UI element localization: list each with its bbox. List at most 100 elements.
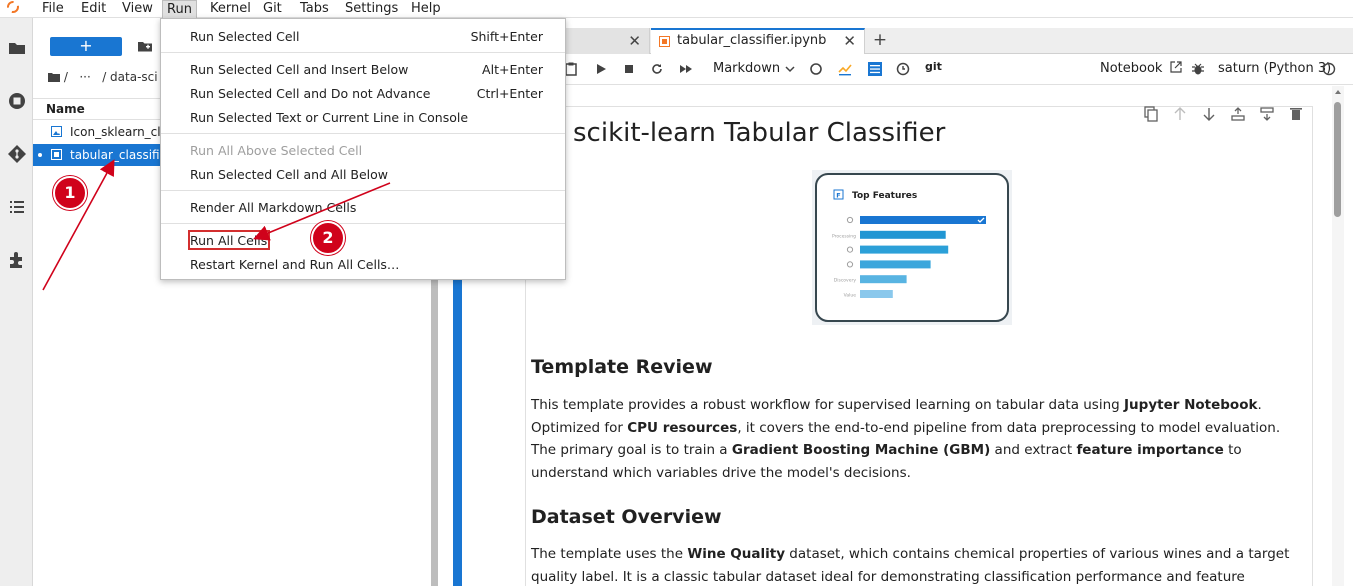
delete-cell-icon[interactable] — [1289, 106, 1303, 122]
bold-text: Wine Quality — [687, 546, 786, 562]
menu-item-run-selected-cell[interactable]: Run Selected Cell Shift+Enter — [190, 29, 550, 44]
close-icon[interactable]: ✕ — [843, 30, 856, 52]
feature-bar — [860, 275, 907, 284]
paste-icon[interactable] — [564, 62, 578, 76]
svg-text:F: F — [836, 192, 840, 200]
top-features-graphic: F Top Features Processing Discovery Value — [815, 173, 1009, 322]
open-notebook-button[interactable]: Notebook — [1100, 61, 1182, 76]
text-run: and extract — [990, 442, 1077, 458]
duplicate-cell-icon[interactable] — [1144, 106, 1158, 122]
git-button[interactable]: git — [925, 60, 942, 73]
notebook-title: scikit-learn Tabular Classifier — [573, 118, 946, 148]
bold-text: CPU resources — [627, 419, 738, 436]
restart-icon[interactable] — [650, 62, 664, 76]
clock-icon[interactable] — [896, 62, 910, 76]
text-run: This template provides a robust workflow… — [531, 397, 1125, 413]
menu-item-run-insert-below[interactable]: Run Selected Cell and Insert Below Alt+En… — [190, 62, 550, 77]
menu-separator — [161, 52, 565, 53]
menu-run[interactable]: Run — [162, 0, 197, 18]
debugger-bug-icon[interactable] — [1191, 62, 1205, 76]
menu-item-run-all-below[interactable]: Run Selected Cell and All Below — [190, 167, 550, 182]
insert-above-icon[interactable] — [1231, 106, 1245, 122]
feature-bar — [860, 260, 931, 269]
new-folder-icon[interactable] — [137, 38, 153, 54]
name-column-header[interactable]: Name — [46, 102, 85, 116]
section-heading: Template Review — [531, 356, 713, 378]
bold-text: feature importance — [1076, 442, 1224, 458]
feature-bar — [860, 230, 946, 239]
kernel-name[interactable]: saturn (Python 3) — [1218, 61, 1331, 76]
chevron-down-icon[interactable] — [784, 63, 796, 75]
breadcrumb[interactable]: / ··· / data-sci — [48, 70, 158, 84]
stop-icon[interactable] — [622, 62, 636, 76]
folder-icon[interactable] — [48, 72, 60, 82]
menu-separator — [161, 223, 565, 224]
file-name: Icon_sklearn_cl — [70, 125, 161, 139]
menu-item-label: Run Selected Cell — [190, 29, 300, 44]
close-icon[interactable]: ✕ — [628, 28, 641, 54]
menu-item-run-in-console[interactable]: Run Selected Text or Current Line in Con… — [190, 110, 550, 125]
menu-git[interactable]: Git — [259, 0, 286, 18]
menu-tabs[interactable]: Tabs — [296, 0, 333, 18]
menu-item-render-markdown[interactable]: Render All Markdown Cells — [190, 200, 550, 215]
menu-file[interactable]: File — [38, 0, 68, 18]
notebook-toolbar: Markdown git Notebook saturn (Python 3) — [438, 55, 1353, 85]
menu-view[interactable]: View — [118, 0, 157, 18]
menu-edit[interactable]: Edit — [77, 0, 110, 18]
menu-item-run-no-advance[interactable]: Run Selected Cell and Do not Advance Ctrl… — [190, 86, 550, 101]
section-heading: Dataset Overview — [531, 506, 722, 528]
top-features-image: F Top Features Processing Discovery Value — [812, 170, 1012, 325]
bold-text: Jupyter Notebook — [1124, 397, 1258, 413]
chart-icon[interactable] — [838, 62, 852, 76]
notebook-scrollbar[interactable] — [1332, 86, 1344, 586]
run-icon[interactable] — [594, 62, 608, 76]
menu-item-run-all-above[interactable]: Run All Above Selected Cell — [190, 143, 550, 158]
cell-type-select[interactable]: Markdown — [713, 61, 780, 76]
table-of-contents-icon[interactable] — [7, 197, 27, 217]
tab-label: tabular_classifier.ipynb — [677, 33, 827, 48]
menu-item-label: Run Selected Cell and Insert Below — [190, 62, 409, 77]
feature-bar — [860, 216, 986, 224]
feature-label: Discovery — [834, 278, 857, 284]
menu-settings[interactable]: Settings — [341, 0, 402, 18]
running-sessions-icon[interactable] — [7, 91, 27, 111]
move-down-icon[interactable] — [1202, 106, 1216, 122]
feature-label: Value — [844, 293, 857, 299]
bold-text: Gradient Boosting Machine (GBM) — [731, 442, 991, 458]
menu-item-label: Run All Above Selected Cell — [190, 143, 363, 158]
running-indicator-icon — [38, 153, 42, 157]
menu-help[interactable]: Help — [407, 0, 445, 18]
refresh-circle-icon[interactable] — [809, 62, 823, 76]
feature-bar — [860, 290, 893, 298]
menu-item-label: Run Selected Cell and Do not Advance — [190, 86, 431, 101]
move-up-icon[interactable] — [1173, 106, 1187, 122]
annotation-badge-2: 2 — [311, 221, 345, 255]
menu-item-shortcut: Shift+Enter — [470, 29, 543, 44]
scrollbar-thumb[interactable] — [1334, 102, 1341, 217]
tab-bar: ✕ tabular_classifier.ipynb ✕ + — [438, 28, 1353, 54]
breadcrumb-path[interactable]: / ··· / data-sci — [64, 70, 158, 84]
menu-separator — [161, 190, 565, 191]
external-link-icon — [1170, 61, 1182, 73]
insert-below-icon[interactable] — [1260, 106, 1274, 122]
tab-notebook[interactable]: tabular_classifier.ipynb ✕ — [651, 28, 865, 54]
menu-kernel[interactable]: Kernel — [206, 0, 255, 18]
settings-sliders-icon[interactable] — [868, 62, 882, 76]
fast-forward-icon[interactable] — [679, 62, 693, 76]
menu-item-restart-run-all[interactable]: Restart Kernel and Run All Cells… — [190, 257, 550, 272]
folder-icon[interactable] — [7, 38, 27, 58]
notebook-file-icon — [51, 149, 62, 160]
git-icon[interactable] — [7, 144, 27, 164]
menubar: File Edit View Run Kernel Git Tabs Setti… — [0, 0, 1353, 18]
menu-item-label: Run Selected Text or Current Line in Con… — [190, 110, 469, 125]
run-menu-dropdown: Run Selected Cell Shift+Enter Run Selecte… — [160, 18, 566, 280]
section-paragraph: This template provides a robust workflow… — [531, 394, 1293, 484]
left-sidebar — [0, 18, 33, 586]
new-launcher-button[interactable]: + — [50, 37, 122, 56]
section-paragraph: The template uses the Wine Quality datas… — [531, 543, 1293, 586]
menu-separator — [161, 133, 565, 134]
add-tab-icon[interactable]: + — [868, 28, 892, 54]
text-run: The template uses the — [531, 546, 688, 562]
extensions-icon[interactable] — [7, 250, 27, 270]
scroll-up-icon[interactable] — [1334, 88, 1342, 96]
